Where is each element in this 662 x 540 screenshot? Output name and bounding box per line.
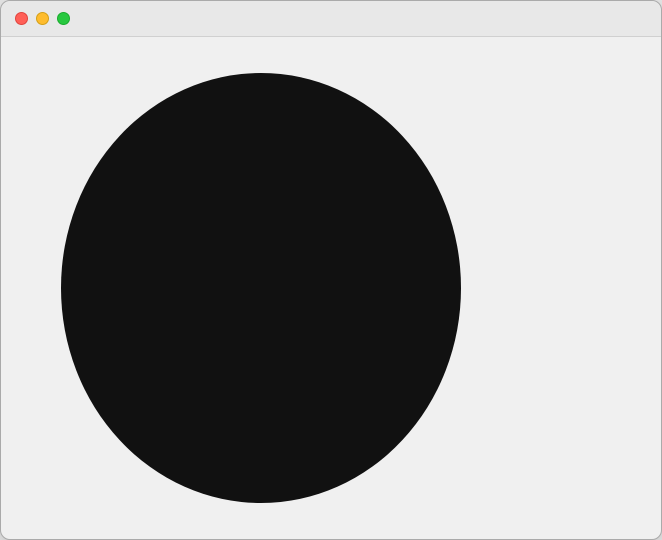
titlebar: [1, 1, 661, 37]
dial-area: [21, 73, 501, 503]
minimize-button[interactable]: [36, 12, 49, 25]
window-controls: [1, 12, 70, 25]
maximize-button[interactable]: [57, 12, 70, 25]
close-button[interactable]: [15, 12, 28, 25]
app-window: [0, 0, 662, 540]
main-content: [1, 37, 661, 539]
dial-circle: [61, 73, 461, 503]
